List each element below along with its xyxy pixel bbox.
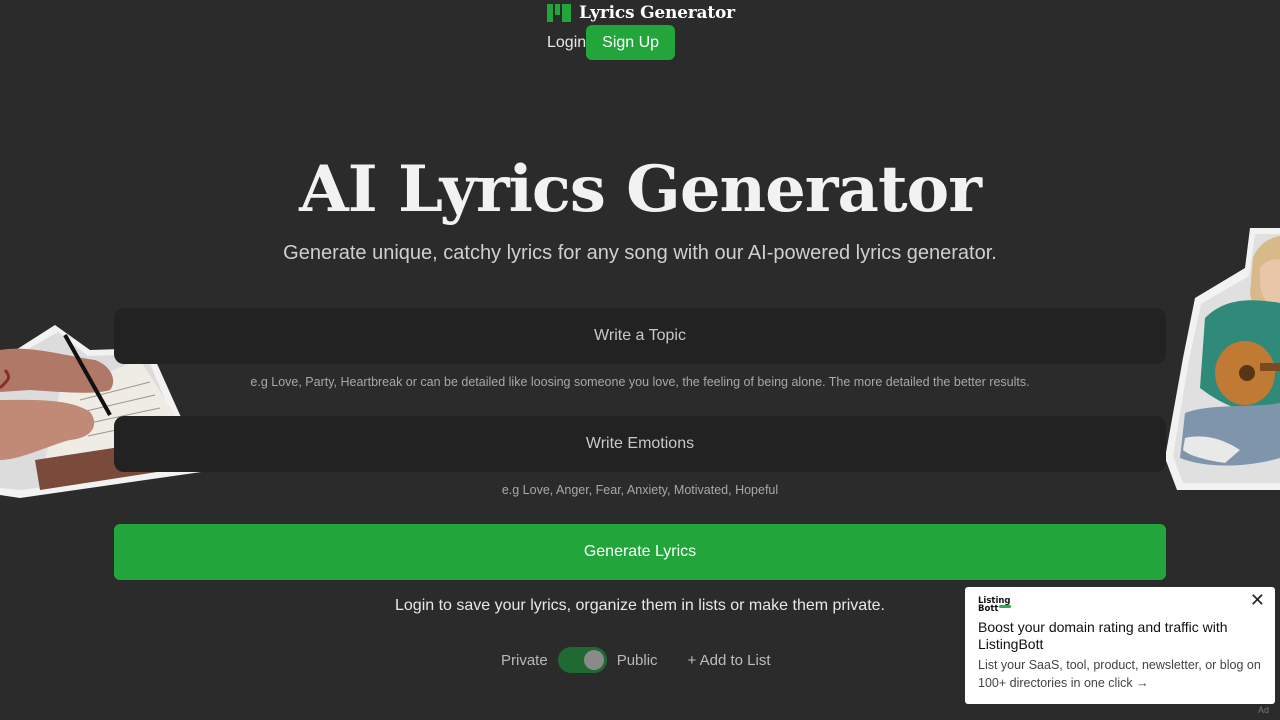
ad-banner[interactable]: Listing Bott ✕ Boost your domain rating …	[965, 587, 1275, 715]
emotions-hint: e.g Love, Anger, Fear, Anxiety, Motivate…	[501, 483, 779, 497]
brand-name: Lyrics Generator	[579, 3, 735, 23]
auth-links: Login Sign Up	[547, 25, 735, 60]
page-subtitle: Generate unique, catchy lyrics for any s…	[283, 242, 997, 264]
lyrics-generator-logo-icon	[547, 3, 571, 23]
topic-input[interactable]	[114, 308, 1166, 364]
topic-hint: e.g Love, Party, Heartbreak or can be de…	[250, 375, 1030, 389]
page-title: AI Lyrics Generator	[299, 152, 982, 227]
visibility-controls: Private Public + Add to List	[501, 647, 771, 673]
sign-up-button[interactable]: Sign Up	[586, 25, 676, 60]
generate-lyrics-button[interactable]: Generate Lyrics	[114, 524, 1166, 580]
ad-tag: Ad	[1257, 705, 1269, 715]
login-link[interactable]: Login	[547, 34, 586, 52]
ad-headline: Boost your domain rating and traffic wit…	[978, 619, 1228, 652]
add-to-list-button[interactable]: + Add to List	[688, 652, 771, 669]
site-header: Lyrics Generator Login Sign Up	[547, 2, 735, 60]
visibility-toggle[interactable]	[557, 647, 607, 673]
emotions-input[interactable]	[114, 416, 1166, 472]
ad-body: List your SaaS, tool, product, newslette…	[978, 658, 1261, 690]
brand[interactable]: Lyrics Generator	[547, 2, 735, 24]
public-label: Public	[616, 651, 658, 669]
private-label: Private	[501, 651, 548, 669]
listingbott-logo: Listing Bott	[978, 596, 1011, 614]
toggle-knob	[583, 650, 604, 670]
close-icon[interactable]: ✕	[1250, 591, 1265, 609]
guitar-player-image	[1165, 228, 1280, 490]
